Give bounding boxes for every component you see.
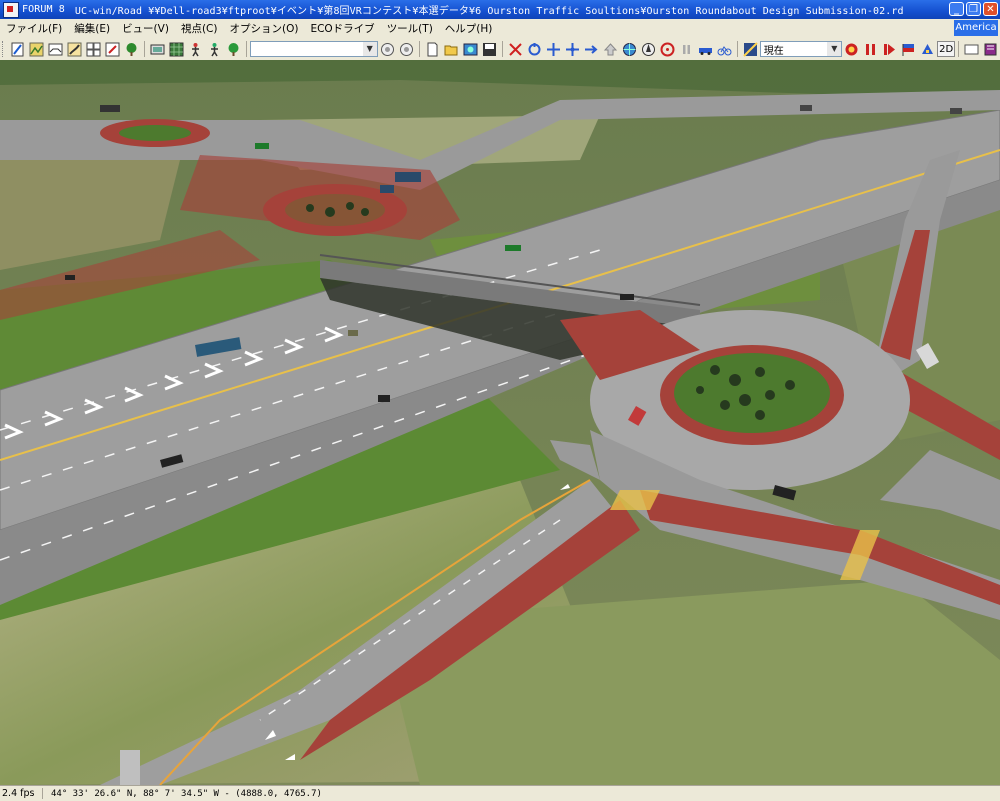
book-icon[interactable] [982, 41, 999, 58]
move-arrow-icon[interactable] [507, 41, 524, 58]
new-file-icon[interactable] [424, 41, 441, 58]
tree-icon[interactable] [123, 41, 140, 58]
steering-wheel-icon[interactable] [659, 41, 676, 58]
scenario-icon[interactable] [843, 41, 860, 58]
simulation-settings-icon[interactable] [919, 41, 936, 58]
3d-viewport[interactable] [0, 60, 1000, 785]
time-combo[interactable]: 現在 ▼ [759, 41, 843, 57]
menu-bar: ファイル(F) 編集(E) ビュー(V) 視点(C) オプション(O) ECOド… [0, 19, 1000, 39]
flag-icon[interactable] [900, 41, 917, 58]
walker-icon[interactable] [206, 41, 223, 58]
status-bar: 2.4 fps 44° 33' 26.6" N, 88° 7' 34.5" W … [0, 785, 1000, 801]
minimize-button[interactable]: _ [949, 2, 964, 16]
maximize-button[interactable]: ❐ [966, 2, 981, 16]
open-folder-icon[interactable] [443, 41, 460, 58]
terrain-edit-icon[interactable] [28, 41, 45, 58]
menu-file[interactable]: ファイル(F) [0, 21, 68, 36]
bicycle-icon[interactable] [716, 41, 733, 58]
menu-viewpoint[interactable]: 視点(C) [175, 21, 224, 36]
overhead-sign [505, 245, 521, 251]
screenshot-icon[interactable] [149, 41, 166, 58]
title-bar: FORUM 8 UC-win/Road ¥¥Dell-road3¥ftproot… [0, 0, 1000, 19]
toolbar: ▼ 現在 ▼ 2D [0, 38, 1000, 61]
record-icon[interactable] [379, 41, 396, 58]
coordinate-readout: 44° 33' 26.6" N, 88° 7' 34.5" W - (4888.… [51, 788, 322, 799]
person-icon[interactable] [187, 41, 204, 58]
pause-icon[interactable] [678, 41, 695, 58]
intersection-icon[interactable] [85, 41, 102, 58]
road-edit-icon[interactable] [66, 41, 83, 58]
car-icon[interactable] [697, 41, 714, 58]
save-icon[interactable] [481, 41, 498, 58]
app-logo-icon [3, 1, 19, 18]
stop-scenario-icon[interactable] [862, 41, 879, 58]
cross-section-icon[interactable] [47, 41, 64, 58]
close-button[interactable]: ✕ [983, 2, 998, 16]
window-title: UC-win/Road ¥¥Dell-road3¥ftproot¥イベント¥第8… [74, 6, 904, 17]
replay-icon[interactable] [881, 41, 898, 58]
app-name: FORUM 8 [22, 4, 65, 15]
road-scene [0, 60, 1000, 785]
open-sample-icon[interactable] [462, 41, 479, 58]
rotate-view-icon[interactable] [526, 41, 543, 58]
sun-time-icon[interactable] [742, 41, 759, 58]
menu-eco-drive[interactable]: ECOドライブ [304, 21, 380, 36]
toolbar-grip[interactable] [2, 41, 6, 57]
forest-icon[interactable] [225, 41, 242, 58]
road-plan-icon[interactable] [9, 41, 26, 58]
arrow-up-icon[interactable] [602, 41, 619, 58]
driving-icon[interactable] [640, 41, 657, 58]
menu-tools[interactable]: ツール(T) [381, 21, 439, 36]
chevron-down-icon: ▼ [827, 42, 842, 56]
view-combo[interactable]: ▼ [249, 41, 378, 57]
forward-icon[interactable] [583, 41, 600, 58]
model-edit-icon[interactable] [104, 41, 121, 58]
comment-icon[interactable] [963, 41, 980, 58]
texture-icon[interactable] [168, 41, 185, 58]
pan-view-icon[interactable] [545, 41, 562, 58]
globe-icon[interactable] [621, 41, 638, 58]
2d-mode-button[interactable]: 2D [937, 41, 956, 57]
menu-edit[interactable]: 編集(E) [68, 21, 116, 36]
move-view-icon[interactable] [564, 41, 581, 58]
chevron-down-icon: ▼ [362, 42, 377, 56]
region-selector[interactable]: America [954, 20, 998, 36]
menu-help[interactable]: ヘルプ(H) [439, 21, 499, 36]
menu-view[interactable]: ビュー(V) [116, 21, 175, 36]
fps-readout: 2.4 fps [0, 788, 43, 799]
stop-record-icon[interactable] [398, 41, 415, 58]
menu-options[interactable]: オプション(O) [223, 21, 304, 36]
